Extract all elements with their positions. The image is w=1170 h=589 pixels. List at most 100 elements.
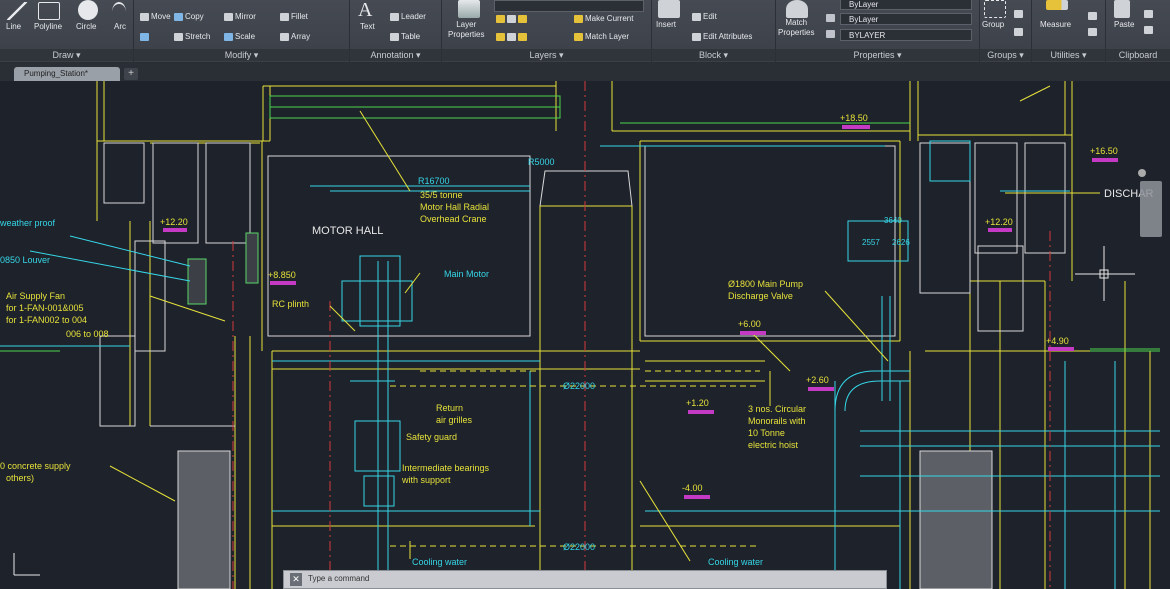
table-button[interactable]: Table [390,32,420,41]
close-icon[interactable]: ✕ [290,573,302,586]
panel-title-clipboard[interactable]: Clipboard [1106,49,1170,61]
stretch-button[interactable]: Stretch [174,32,210,41]
panel-title-properties[interactable]: Properties ▾ [776,49,979,61]
insert-icon[interactable] [658,0,680,18]
edit-block-icon [692,12,701,21]
leader-button[interactable]: Leader [390,12,426,21]
panel-title-utilities[interactable]: Utilities ▾ [1032,49,1105,61]
panel-annotation: A Text Leader Table Annotation ▾ [350,0,442,62]
lineweight-value: BYLAYER [849,31,886,40]
fillet-button[interactable]: Fillet [280,12,308,21]
panel-title-modify[interactable]: Modify ▾ [134,49,349,61]
monorail-line4: electric hoist [748,440,799,450]
stretch-label: Stretch [185,32,211,41]
linetype-dropdown[interactable]: ByLayer [840,13,972,25]
main-motor-label: Main Motor [444,269,489,279]
group-edit-icon[interactable] [1014,28,1023,36]
copy-button[interactable]: Copy [174,12,204,21]
drawing-canvas[interactable]: MOTOR HALL DISCHAR weather proof 0850 Lo… [0,81,1170,589]
layer-freeze-icon [496,14,505,23]
motor-hall-label: MOTOR HALL [312,225,383,237]
arc-button[interactable]: Arc [114,22,126,31]
text-button[interactable]: Text [360,22,375,31]
match-properties-icon[interactable] [786,0,808,18]
polyline-button[interactable]: Polyline [34,22,62,31]
scale-button[interactable]: Scale [224,32,255,41]
make-current-button[interactable]: Make Current [574,14,633,23]
layer-tools-row2[interactable] [496,32,529,41]
leader-label: Leader [401,12,426,21]
layer-dropdown[interactable] [494,0,644,12]
lineweight-dropdown[interactable]: BYLAYER [840,29,972,41]
paste-button[interactable]: Paste [1114,20,1134,29]
match-layer-label: Match Layer [585,32,630,41]
paste-icon[interactable] [1114,0,1130,18]
array-button[interactable]: Array [280,32,310,41]
panel-title-annotation[interactable]: Annotation ▾ [350,49,441,61]
viewport-close-icon[interactable] [1138,169,1146,177]
mirror-icon [224,12,233,21]
dim-3640: 3640 [884,216,902,225]
copy-label: Copy [185,12,204,21]
monorail-line2: Monorails with [748,416,806,426]
array-label: Array [291,32,311,41]
move-button[interactable]: Move [140,12,171,21]
color-dropdown[interactable]: ByLayer [840,0,972,10]
array-icon [280,32,289,41]
match-layer-button[interactable]: Match Layer [574,32,629,41]
layer-properties-button[interactable]: Layer Properties [448,20,484,40]
layer-isolate-icon [496,32,505,41]
layer-tools-row1[interactable] [496,14,529,23]
calculator-icon[interactable] [1088,28,1097,36]
arc-icon[interactable] [112,2,126,22]
cut-icon[interactable] [1144,10,1153,18]
valve-line2: Discharge Valve [728,291,793,301]
file-tab-bar: Pumping_Station* + [0,63,1170,81]
edit-attributes-button[interactable]: Edit Attributes [692,32,752,41]
fillet-label: Fillet [291,12,308,21]
command-line[interactable]: ✕ Type a command [283,570,887,589]
match-properties-button[interactable]: Match Properties [778,18,814,38]
linetype-value: ByLayer [849,15,879,24]
panel-title-layers[interactable]: Layers ▾ [442,49,651,61]
edit-block-button[interactable]: Edit [692,12,717,21]
new-tab-button[interactable]: + [124,68,138,80]
mirror-button[interactable]: Mirror [224,12,256,21]
table-label: Table [401,32,421,41]
panel-modify: Move Copy Mirror Fillet Stretch Scale Ar… [134,0,350,62]
level-6-00: +6.00 [738,319,761,329]
panel-title-draw[interactable]: Draw ▾ [0,49,133,61]
copy-clip-icon[interactable] [1144,26,1153,34]
dim-d22000-upper: Ø22000 [563,381,595,391]
line-icon[interactable] [6,2,28,20]
circle-button[interactable]: Circle [76,22,96,31]
ungroup-icon[interactable] [1014,10,1023,18]
dim-r16700: R16700 [418,176,450,186]
command-input[interactable]: Type a command [308,574,369,583]
mirror-label: Mirror [235,12,256,21]
measure-icon[interactable] [1046,0,1068,10]
tab-pumping-station[interactable]: Pumping_Station* [14,67,120,81]
linetype-icon [826,14,835,22]
cad-drawing: MOTOR HALL DISCHAR weather proof 0850 Lo… [0,81,1160,589]
measure-button[interactable]: Measure [1040,20,1071,29]
dim-2626: 2626 [892,238,910,247]
layer-properties-icon[interactable] [458,0,480,18]
panel-title-groups[interactable]: Groups ▾ [980,49,1031,61]
text-icon[interactable]: A [358,0,380,20]
polyline-icon[interactable] [38,2,60,20]
group-icon[interactable] [984,0,1006,18]
navigation-bar[interactable] [1140,181,1162,237]
circle-icon[interactable] [78,0,98,20]
panel-title-block[interactable]: Block ▾ [652,49,775,61]
line-button[interactable]: Line [6,22,21,31]
safety-guard-label: Safety guard [406,432,457,442]
insert-button[interactable]: Insert [656,20,676,29]
air-supply-line3: for 1-FAN002 to 004 [6,315,87,325]
concrete-supply-line2: others) [6,473,34,483]
rotate-button[interactable] [140,32,151,41]
panel-clipboard: Paste Clipboard [1106,0,1170,62]
quick-select-icon[interactable] [1088,12,1097,20]
panel-draw: Line Polyline Circle Arc Draw ▾ [0,0,134,62]
group-button[interactable]: Group [982,20,1004,29]
